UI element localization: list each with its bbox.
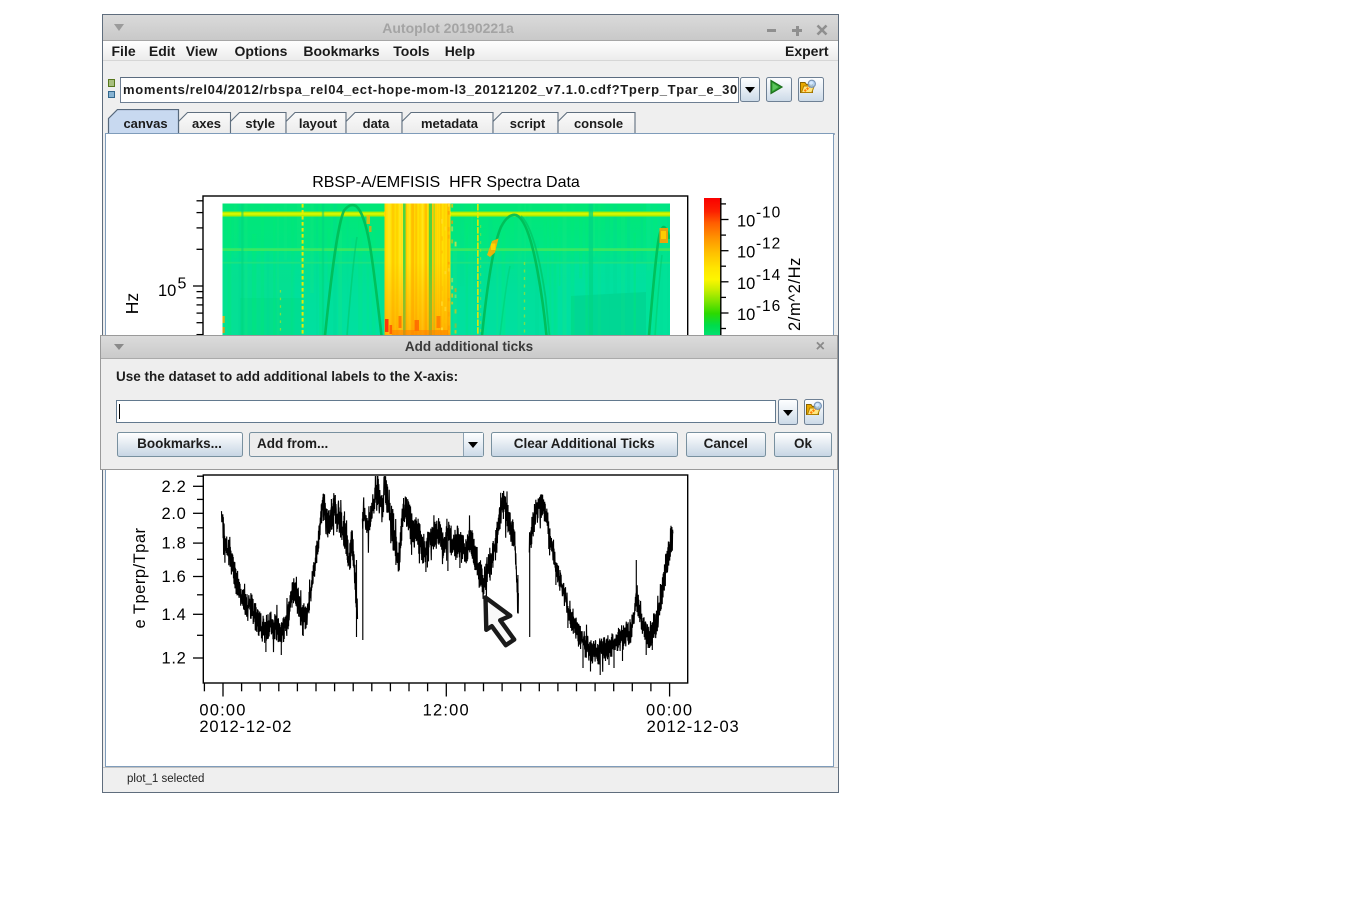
svg-text:metadata: metadata <box>421 116 479 131</box>
svg-text:canvas: canvas <box>123 116 167 131</box>
svg-text:layout: layout <box>299 116 338 131</box>
svg-text:data: data <box>363 116 391 131</box>
svg-text:console: console <box>574 116 623 131</box>
svg-text:script: script <box>510 116 546 131</box>
svg-text:style: style <box>245 116 275 131</box>
svg-text:axes: axes <box>192 116 221 131</box>
